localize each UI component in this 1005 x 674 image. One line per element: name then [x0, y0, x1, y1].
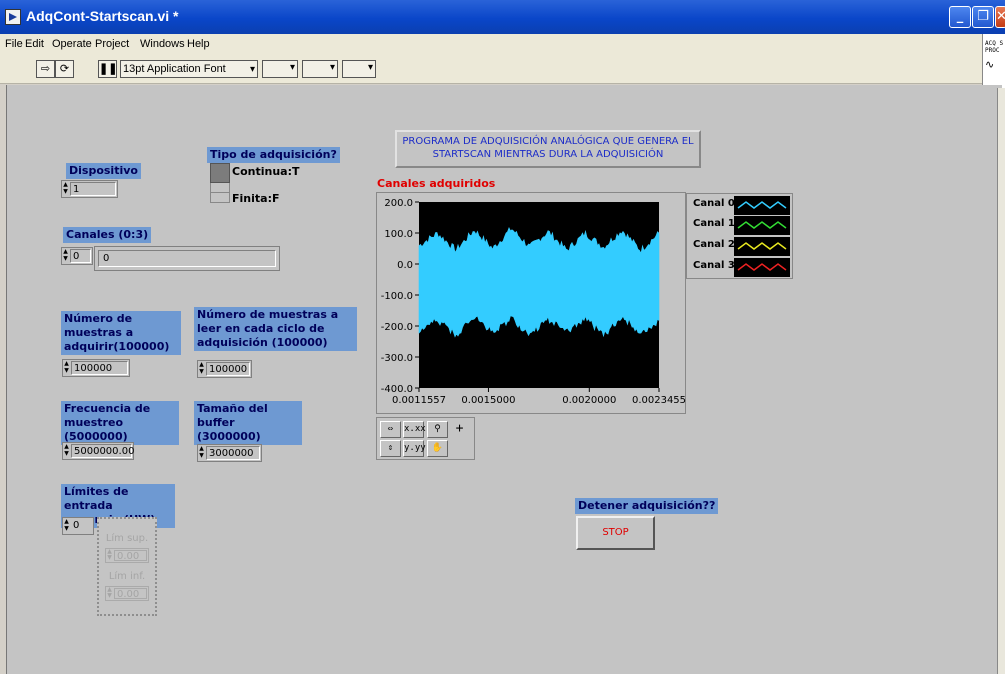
menu-windows[interactable]: Windows: [140, 38, 185, 50]
vertical-scrollbar[interactable]: [997, 88, 1005, 674]
crosshair-icon[interactable]: +: [449, 421, 470, 438]
x-tick-label-2: 0.0020000: [562, 395, 616, 406]
y-tick-label-4: -200.0: [381, 322, 413, 333]
legend-line-1: [737, 221, 787, 229]
chart-title: Canales adquiridos: [377, 177, 496, 190]
zoom-icon[interactable]: ⚲: [427, 421, 448, 438]
y-tick-label-5: -300.0: [381, 353, 413, 364]
lim-sup-label: Lím sup.: [105, 533, 149, 544]
menu-bar: File Edit Operate Project Windows Help: [0, 34, 1005, 54]
tipo-toggle[interactable]: [210, 163, 230, 203]
buffer-label: Tamaño del buffer (3000000): [194, 401, 302, 445]
legend-line-2: [737, 242, 787, 250]
canales-value[interactable]: 0: [98, 250, 276, 267]
increment-arrows-icon[interactable]: ▲ ▼: [62, 181, 69, 197]
y-tick-label-1: 100.0: [384, 229, 413, 240]
x-tick-label-3: 0.0023455: [632, 395, 686, 406]
y-format-icon[interactable]: y.yy: [403, 440, 426, 457]
x-tick-label-1: 0.0015000: [461, 395, 515, 406]
legend-label-1: Canal 1: [693, 218, 735, 229]
buffer-control[interactable]: ▲ ▼ 3000000: [197, 444, 262, 462]
menu-project[interactable]: Project: [95, 38, 129, 50]
vi-connector-icons: ACQ S PROC ∿: [982, 34, 1005, 88]
legend-swatch-1: [734, 216, 790, 235]
lim-inf-label: Lím inf.: [108, 571, 146, 582]
menu-operate[interactable]: Operate: [52, 38, 92, 50]
frecuencia-label: Frecuencia de muestreo (5000000): [61, 401, 179, 445]
run-arrow-icon[interactable]: ⇨: [36, 60, 55, 78]
limites-cluster: Lím sup. ▲ ▼ 0.00 Lím inf. ▲ ▼ 0.00: [97, 517, 157, 616]
waveform-chart-frame: 200.0 100.0 0.0 -100.0 -200.0 -300.0 -400.0 0.0…: [376, 192, 686, 414]
canales-label: Canales (0:3): [63, 227, 152, 243]
legend-swatch-0: [734, 196, 790, 215]
description-banner: PROGRAMA DE ADQUISICIÓN ANALÓGICA QUE GE…: [395, 130, 701, 168]
x-format-icon[interactable]: x.xx: [403, 421, 426, 438]
maximize-button[interactable]: ❐: [972, 6, 994, 28]
pause-icon[interactable]: ❚❚: [98, 60, 117, 78]
canales-array: 0: [94, 246, 280, 271]
vi-icon: [5, 9, 21, 25]
reorder-icon[interactable]: [342, 60, 376, 78]
legend-label-3: Canal 3: [693, 260, 735, 271]
legend-line-0: [737, 201, 787, 209]
num-leer-label: Número de muestras a leer en cada ciclo …: [194, 307, 357, 351]
frecuencia-control[interactable]: ▲ ▼ 5000000.00: [62, 442, 134, 460]
y-tick-label-3: -100.0: [381, 291, 413, 302]
legend-label-2: Canal 2: [693, 239, 735, 250]
toolbar: ⇨ ⟳ ❚❚ 13pt Application Font: [0, 54, 1005, 84]
x-tick-label-0: 0.0011557: [392, 395, 446, 406]
title-bar[interactable]: AdqCont-Startscan.vi * _ ❐ ✕: [0, 0, 1005, 34]
window-title: AdqCont-Startscan.vi *: [26, 8, 179, 24]
stop-label: Detener adquisición??: [575, 498, 719, 514]
legend-swatch-3: [734, 258, 790, 277]
pan-hand-icon[interactable]: ✋: [427, 440, 448, 457]
align-objects-icon[interactable]: [262, 60, 298, 78]
dispositivo-control[interactable]: ▲ ▼ 1: [61, 180, 118, 198]
waveform-icon: ∿: [985, 58, 995, 71]
y-autoscale-icon[interactable]: ⇕: [380, 440, 401, 457]
menu-file[interactable]: File: [5, 38, 23, 50]
y-tick-label-0: 200.0: [384, 198, 413, 209]
num-leer-control[interactable]: ▲ ▼ 100000: [197, 360, 252, 378]
labview-window: AdqCont-Startscan.vi * _ ❐ ✕ File Edit O…: [0, 0, 1005, 674]
dispositivo-label: Dispositivo: [66, 163, 141, 179]
lim-inf-control[interactable]: ▲ ▼ 0.00: [105, 586, 149, 601]
waveform-chart: 200.0100.00.0-100.0-200.0-300.0-400.00.0…: [381, 198, 686, 406]
tipo-off-text: Finita:F: [232, 192, 280, 205]
tipo-label: Tipo de adquisición?: [207, 147, 340, 163]
font-select[interactable]: 13pt Application Font: [120, 60, 258, 78]
y-tick-label-6: -400.0: [381, 384, 413, 395]
canales-index[interactable]: ▲ ▼ 0: [61, 247, 93, 265]
close-button[interactable]: ✕: [995, 6, 1005, 28]
plot-legend[interactable]: Canal 0 Canal 1 Canal 2 Canal 3: [686, 193, 793, 279]
x-autoscale-icon[interactable]: ⇔: [380, 421, 401, 438]
legend-swatch-2: [734, 237, 790, 256]
menu-help[interactable]: Help: [187, 38, 210, 50]
legend-label-0: Canal 0: [693, 198, 735, 209]
lim-sup-control[interactable]: ▲ ▼ 0.00: [105, 548, 149, 563]
tipo-on-text: Continua:T: [232, 165, 300, 178]
distribute-objects-icon[interactable]: [302, 60, 338, 78]
legend-line-3: [737, 263, 787, 271]
limites-index[interactable]: ▲ ▼ 0: [62, 517, 94, 535]
minimize-button[interactable]: _: [949, 6, 971, 28]
graph-palette: ⇔ x.xx ⚲ + ⇕ y.yy ✋: [376, 417, 475, 460]
menu-edit[interactable]: Edit: [25, 38, 44, 50]
num-muestras-control[interactable]: ▲ ▼ 100000: [62, 359, 130, 377]
stop-button[interactable]: STOP: [576, 516, 655, 550]
y-tick-label-2: 0.0: [397, 260, 413, 271]
run-continuously-icon[interactable]: ⟳: [55, 60, 74, 78]
num-muestras-label: Número de muestras a adquirir(100000): [61, 311, 181, 355]
